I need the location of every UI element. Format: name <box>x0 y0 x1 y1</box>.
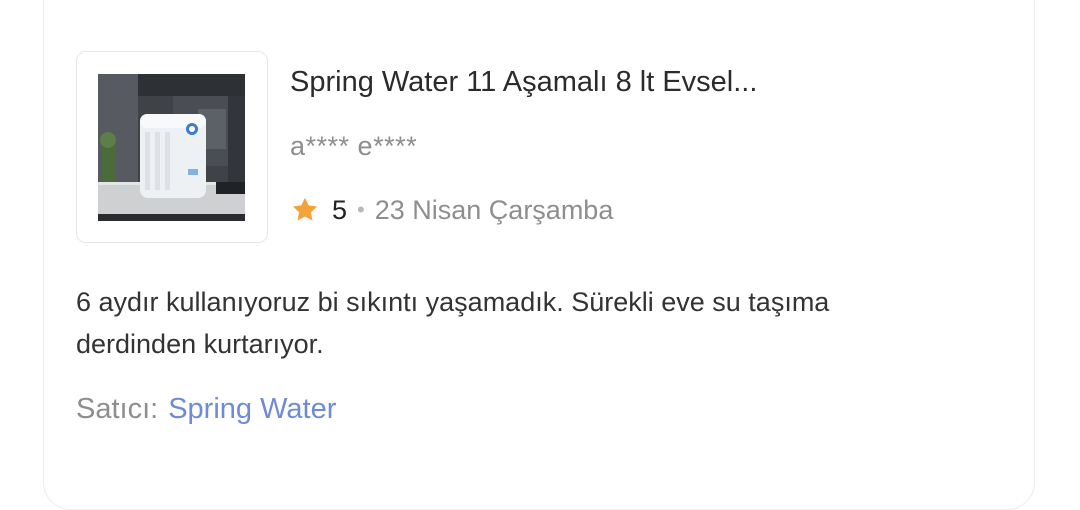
separator-dot: • <box>357 197 365 222</box>
product-thumbnail[interactable] <box>76 51 268 243</box>
star-icon <box>290 195 320 225</box>
review-text: 6 aydır kullanıyoruz bi sıkıntı yaşamadı… <box>76 287 830 359</box>
seller-row: Satıcı: Spring Water <box>76 393 336 426</box>
reviewer-name: a**** e**** <box>290 131 418 161</box>
review-date: 23 Nisan Çarşamba <box>374 194 614 225</box>
rating-row: 5 • 23 Nisan Çarşamba <box>290 193 613 227</box>
seller-label: Satıcı: <box>76 393 159 425</box>
rating-value: 5 <box>332 194 348 225</box>
seller-link[interactable]: Spring Water <box>168 393 336 426</box>
water-purifier-image <box>98 74 245 221</box>
product-title[interactable]: Spring Water 11 Aşamalı 8 lt Evsel... <box>290 66 990 99</box>
